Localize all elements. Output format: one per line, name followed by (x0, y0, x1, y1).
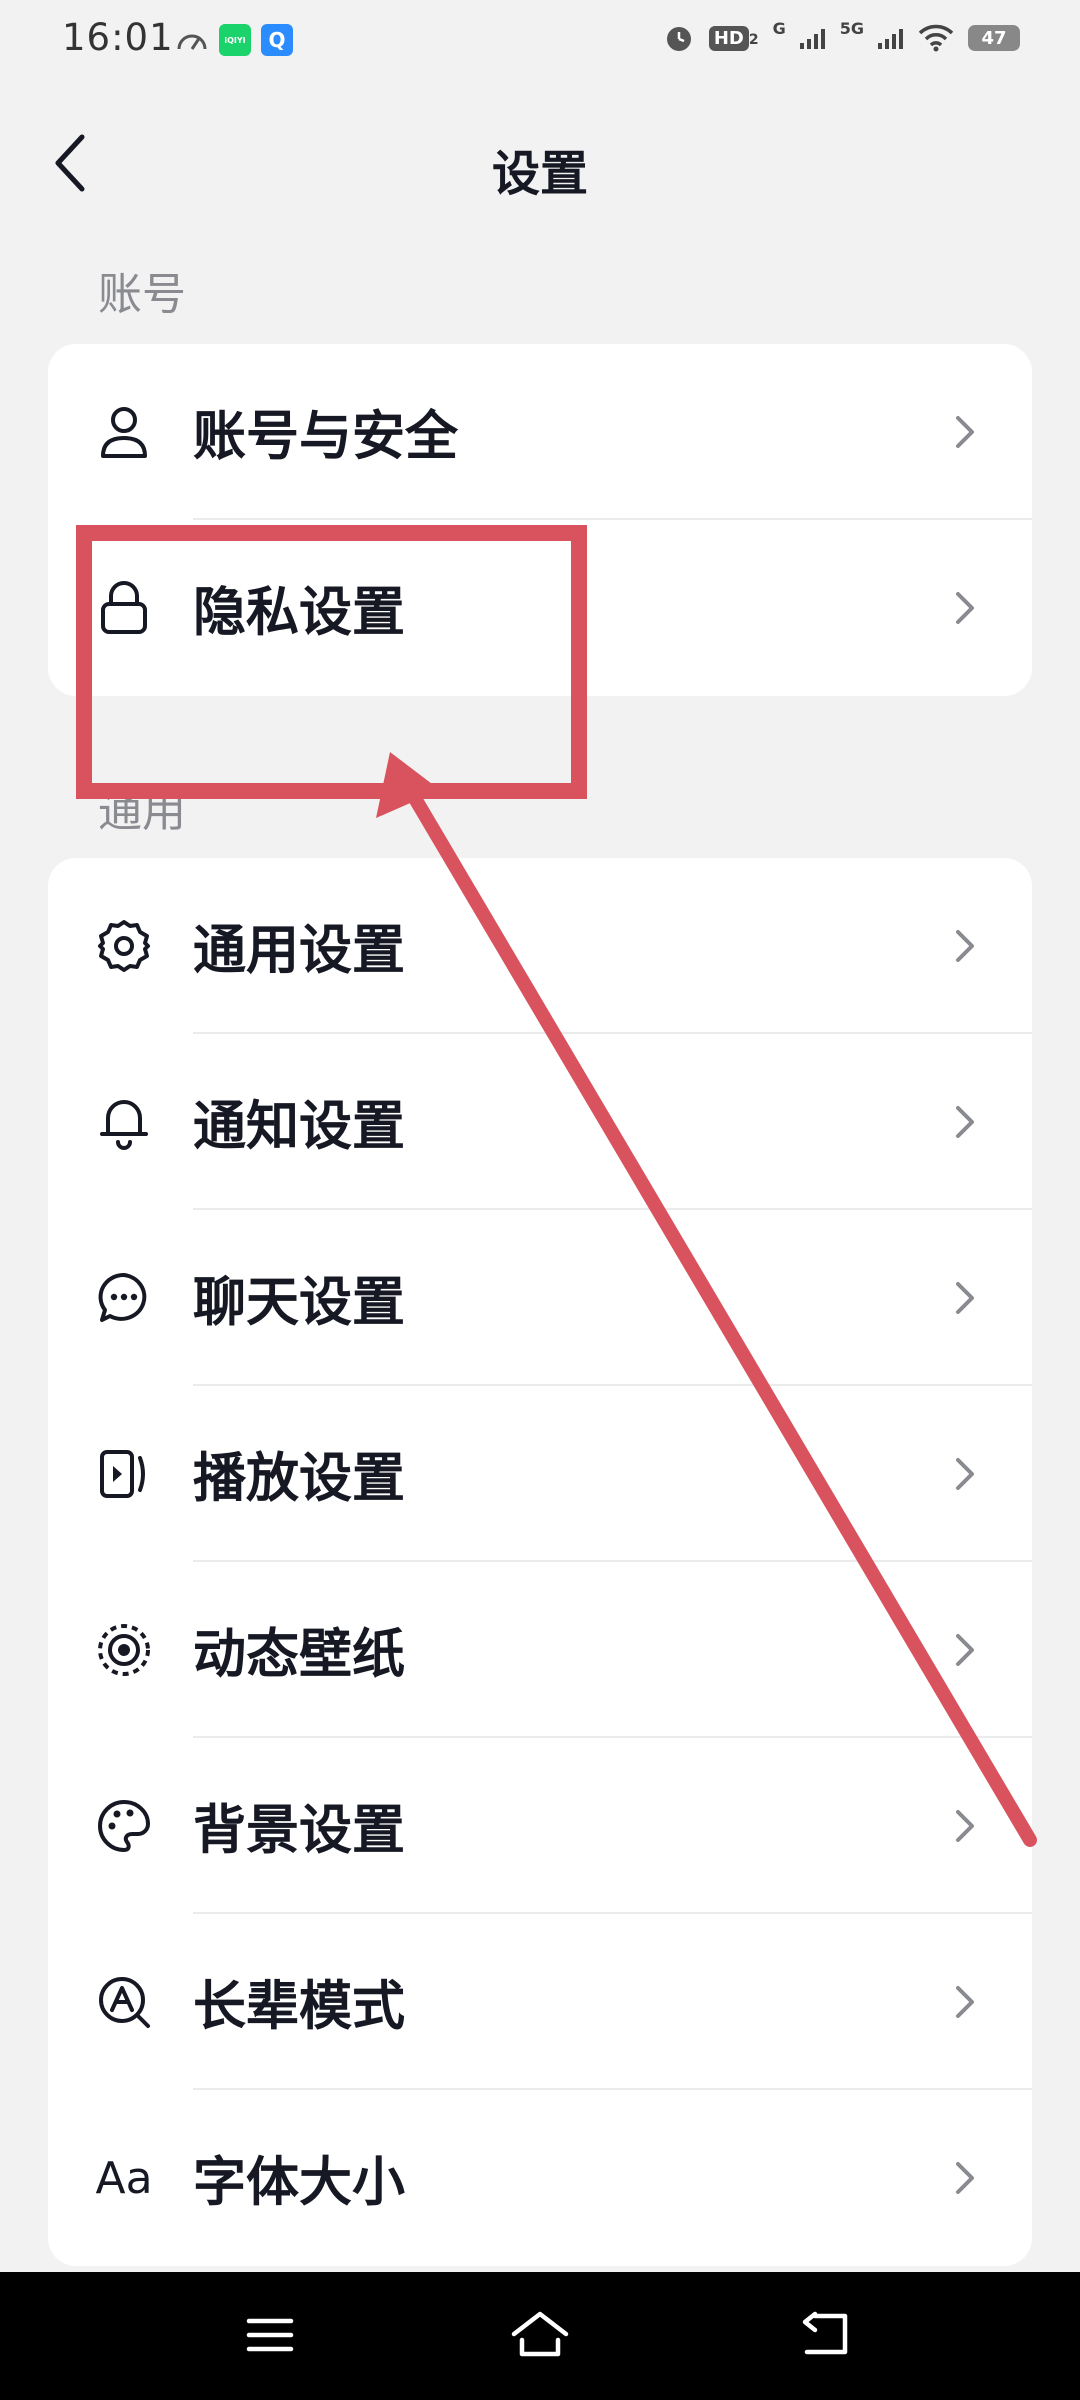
wifi-icon (918, 24, 954, 52)
nav-home-button[interactable] (500, 2300, 580, 2370)
chevron-right-icon (956, 1986, 974, 2018)
iqiyi-app-icon: iQIYI (219, 24, 251, 56)
menu-icon (246, 2318, 294, 2352)
nav-back-button[interactable] (785, 2300, 865, 2370)
bell-icon (96, 1094, 152, 1150)
signal-icon-1 (799, 29, 825, 49)
speedometer-icon (177, 34, 207, 50)
elder-mode-icon (96, 1974, 152, 2030)
status-bar: 16:01 iQIYI Q HD 2 G 5G 47 (0, 0, 1080, 86)
network-type-2: 5G (839, 18, 864, 38)
menu-item-font-size[interactable]: Aa 字体大小 (48, 2090, 1032, 2266)
chevron-right-icon (956, 592, 974, 624)
navigation-bar (0, 2272, 1080, 2400)
annotation-arrow-head (376, 752, 440, 818)
battery-indicator: 47 (968, 25, 1020, 51)
menu-item-label: 聊天设置 (193, 1272, 405, 1333)
gear-icon (96, 918, 152, 974)
hd-badge: HD (708, 25, 749, 51)
menu-item-account-security[interactable]: 账号与安全 (48, 344, 1032, 520)
chevron-right-icon (956, 2162, 974, 2194)
lock-icon (96, 580, 152, 636)
menu-item-label: 长辈模式 (193, 1976, 405, 2037)
menu-item-label: 背景设置 (193, 1800, 405, 1861)
chat-bubble-icon (96, 1270, 152, 1326)
account-card: 账号与安全 隐私设置 (48, 344, 1032, 696)
hd-sub: 2 (748, 31, 759, 48)
menu-item-notification-settings[interactable]: 通知设置 (48, 1034, 1032, 1210)
live-wallpaper-icon (96, 1622, 152, 1678)
section-label-account: 账号 (98, 269, 186, 320)
hd-indicator: HD 2 (708, 25, 759, 51)
menu-item-label: 动态壁纸 (193, 1624, 405, 1685)
font-size-icon-text: Aa (95, 2152, 153, 2204)
back-nav-icon (802, 2311, 848, 2355)
menu-item-background-settings[interactable]: 背景设置 (48, 1738, 1032, 1914)
status-time: 16:01 (62, 16, 174, 59)
menu-item-label: 隐私设置 (193, 582, 405, 643)
menu-item-chat-settings[interactable]: 聊天设置 (48, 1210, 1032, 1386)
nav-menu-button[interactable] (230, 2300, 310, 2370)
menu-item-elder-mode[interactable]: 长辈模式 (48, 1914, 1032, 2090)
chevron-right-icon (956, 1282, 974, 1314)
network-type-1: G (772, 18, 786, 38)
menu-item-label: 通知设置 (193, 1096, 405, 1157)
menu-item-label: 账号与安全 (193, 406, 458, 467)
menu-item-label: 通用设置 (193, 920, 405, 981)
menu-item-label: 字体大小 (193, 2152, 405, 2213)
chevron-right-icon (956, 930, 974, 962)
qq-app-icon: Q (261, 24, 293, 56)
header: 设置 (0, 110, 1080, 220)
menu-item-label: 播放设置 (193, 1448, 405, 1509)
home-icon (511, 2311, 569, 2357)
general-card: 通用设置 通知设置 聊天设置 播放设置 动态壁纸 背景设置 长辈模式 Aa 字体… (48, 858, 1032, 2266)
chevron-right-icon (956, 1810, 974, 1842)
palette-icon (96, 1798, 152, 1854)
section-label-general: 通用 (98, 786, 186, 837)
play-screen-icon (96, 1446, 152, 1502)
person-icon (96, 404, 152, 460)
page-title: 设置 (491, 146, 588, 202)
menu-item-live-wallpaper[interactable]: 动态壁纸 (48, 1562, 1032, 1738)
chevron-right-icon (956, 416, 974, 448)
font-size-icon: Aa (95, 2150, 153, 2206)
chevron-right-icon (956, 1106, 974, 1138)
signal-icon-2 (878, 29, 903, 49)
status-system-icons: HD 2 G 5G 47 (663, 18, 1020, 54)
chevron-right-icon (956, 1634, 974, 1666)
alarm-icon (666, 27, 691, 51)
chevron-right-icon (956, 1458, 974, 1490)
status-notification-icons: iQIYI Q (175, 24, 293, 56)
menu-item-playback-settings[interactable]: 播放设置 (48, 1386, 1032, 1562)
menu-item-privacy-settings[interactable]: 隐私设置 (48, 520, 1032, 696)
menu-item-general-settings[interactable]: 通用设置 (48, 858, 1032, 1034)
